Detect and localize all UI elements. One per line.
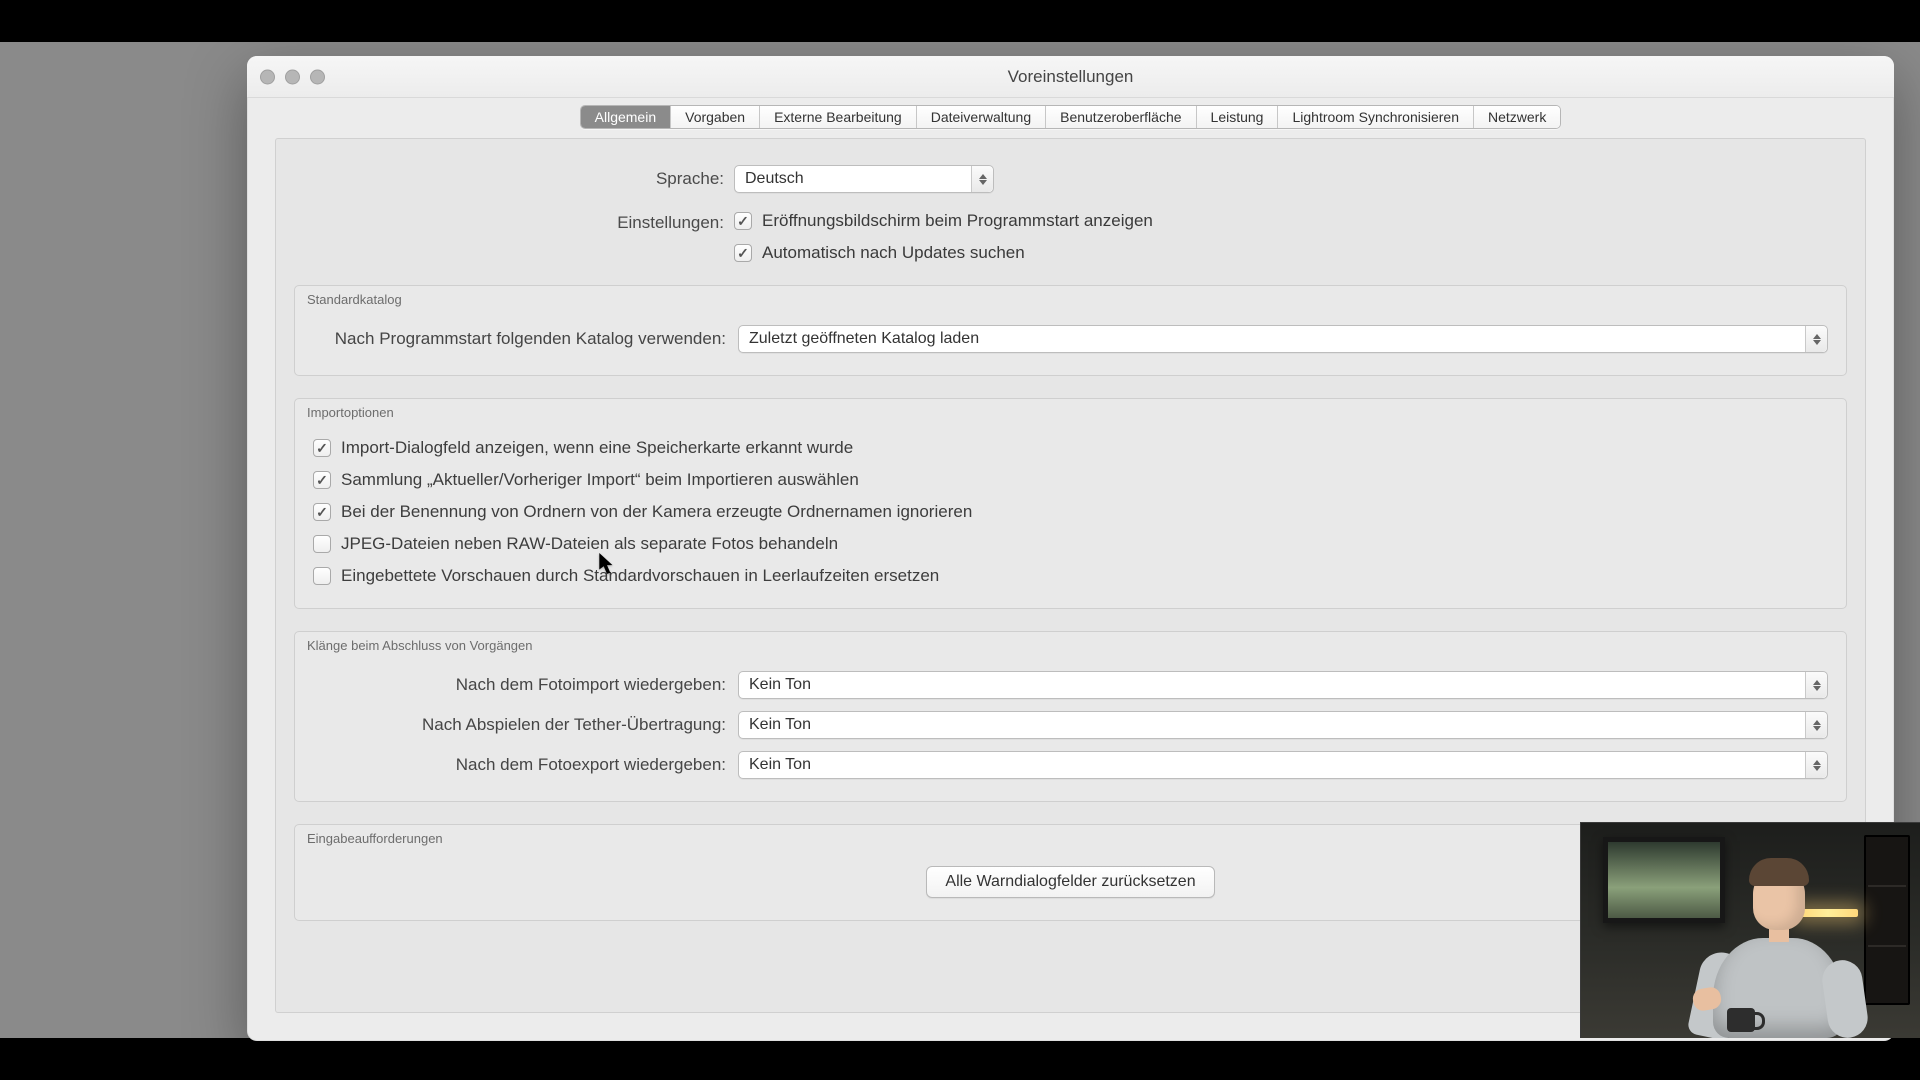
import-option-checkbox[interactable] bbox=[313, 535, 331, 553]
presenter-webcam-overlay bbox=[1580, 822, 1920, 1038]
completion-sound-label: Nach dem Fotoexport wiedergeben: bbox=[313, 755, 738, 775]
completion-sound-select-value: Kein Ton bbox=[749, 756, 1805, 774]
reset-warnings-button[interactable]: Alle Warndialogfelder zurücksetzen bbox=[926, 866, 1214, 898]
import-option-label: Eingebettete Vorschauen durch Standardvo… bbox=[341, 566, 939, 586]
language-select-value: Deutsch bbox=[745, 170, 971, 188]
completion-sound-select-value: Kein Ton bbox=[749, 716, 1805, 734]
import-option-checkbox[interactable] bbox=[313, 439, 331, 457]
import-options-group: Importoptionen Import-Dialogfeld anzeige… bbox=[294, 398, 1847, 609]
completion-sound-row: Nach Abspielen der Tether-Übertragung: Ke… bbox=[313, 705, 1828, 745]
default-catalog-select-value: Zuletzt geöffneten Katalog laden bbox=[749, 330, 1805, 348]
import-option-row: Import-Dialogfeld anzeigen, wenn eine Sp… bbox=[313, 432, 1828, 464]
show-splash-label: Eröffnungsbildschirm beim Programmstart … bbox=[762, 211, 1153, 231]
tab-leistung[interactable]: Leistung bbox=[1197, 106, 1279, 128]
tab-netzwerk[interactable]: Netzwerk bbox=[1474, 106, 1560, 128]
window-controls bbox=[260, 69, 325, 84]
stepper-icon bbox=[1805, 712, 1827, 738]
completion-sound-label: Nach dem Fotoimport wiedergeben: bbox=[313, 675, 738, 695]
import-option-row: Bei der Benennung von Ordnern von der Ka… bbox=[313, 496, 1828, 528]
completion-sound-select[interactable]: Kein Ton bbox=[738, 751, 1828, 779]
tab-vorgaben[interactable]: Vorgaben bbox=[671, 106, 760, 128]
titlebar: Voreinstellungen bbox=[247, 56, 1894, 98]
default-catalog-title: Standardkatalog bbox=[295, 286, 1846, 309]
stepper-icon bbox=[1805, 672, 1827, 698]
tab-allgemein[interactable]: Allgemein bbox=[581, 106, 671, 128]
default-catalog-row-label: Nach Programmstart folgenden Katalog ver… bbox=[313, 329, 738, 349]
language-label: Sprache: bbox=[294, 169, 734, 189]
import-option-label: Import-Dialogfeld anzeigen, wenn eine Sp… bbox=[341, 438, 853, 458]
check-updates-label: Automatisch nach Updates suchen bbox=[762, 243, 1025, 263]
language-select[interactable]: Deutsch bbox=[734, 165, 994, 193]
tab-externe-bearbeitung[interactable]: Externe Bearbeitung bbox=[760, 106, 917, 128]
completion-sound-select-value: Kein Ton bbox=[749, 676, 1805, 694]
stepper-icon bbox=[971, 166, 993, 192]
zoom-window-button[interactable] bbox=[310, 69, 325, 84]
tab-lightroom-synchronisieren[interactable]: Lightroom Synchronisieren bbox=[1278, 106, 1474, 128]
import-option-checkbox[interactable] bbox=[313, 471, 331, 489]
import-option-checkbox[interactable] bbox=[313, 567, 331, 585]
check-updates-checkbox[interactable] bbox=[734, 244, 752, 262]
show-splash-checkbox[interactable] bbox=[734, 212, 752, 230]
import-options-title: Importoptionen bbox=[295, 399, 1846, 422]
tab-dateiverwaltung[interactable]: Dateiverwaltung bbox=[917, 106, 1046, 128]
completion-sound-row: Nach dem Fotoexport wiedergeben: Kein Ton bbox=[313, 745, 1828, 785]
completion-sound-select[interactable]: Kein Ton bbox=[738, 671, 1828, 699]
import-option-row: Sammlung „Aktueller/Vorheriger Import“ b… bbox=[313, 464, 1828, 496]
stepper-icon bbox=[1805, 752, 1827, 778]
import-option-label: JPEG-Dateien neben RAW-Dateien als separ… bbox=[341, 534, 838, 554]
import-option-checkbox[interactable] bbox=[313, 503, 331, 521]
completion-sound-select[interactable]: Kein Ton bbox=[738, 711, 1828, 739]
completion-sounds-group: Klänge beim Abschluss von Vorgängen Nach… bbox=[294, 631, 1847, 802]
completion-sounds-title: Klänge beim Abschluss von Vorgängen bbox=[295, 632, 1846, 655]
default-catalog-group: Standardkatalog Nach Programmstart folge… bbox=[294, 285, 1847, 376]
completion-sound-row: Nach dem Fotoimport wiedergeben: Kein Ton bbox=[313, 665, 1828, 705]
default-catalog-select[interactable]: Zuletzt geöffneten Katalog laden bbox=[738, 325, 1828, 353]
close-window-button[interactable] bbox=[260, 69, 275, 84]
minimize-window-button[interactable] bbox=[285, 69, 300, 84]
import-option-row: Eingebettete Vorschauen durch Standardvo… bbox=[313, 560, 1828, 592]
tab-benutzeroberfläche[interactable]: Benutzeroberfläche bbox=[1046, 106, 1196, 128]
import-option-label: Bei der Benennung von Ordnern von der Ka… bbox=[341, 502, 972, 522]
completion-sound-label: Nach Abspielen der Tether-Übertragung: bbox=[313, 715, 738, 735]
import-option-row: JPEG-Dateien neben RAW-Dateien als separ… bbox=[313, 528, 1828, 560]
import-option-label: Sammlung „Aktueller/Vorheriger Import“ b… bbox=[341, 470, 859, 490]
window-title: Voreinstellungen bbox=[1008, 67, 1134, 87]
stepper-icon bbox=[1805, 326, 1827, 352]
tab-bar: AllgemeinVorgabenExterne BearbeitungDate… bbox=[580, 105, 1562, 129]
settings-label: Einstellungen: bbox=[294, 211, 734, 233]
